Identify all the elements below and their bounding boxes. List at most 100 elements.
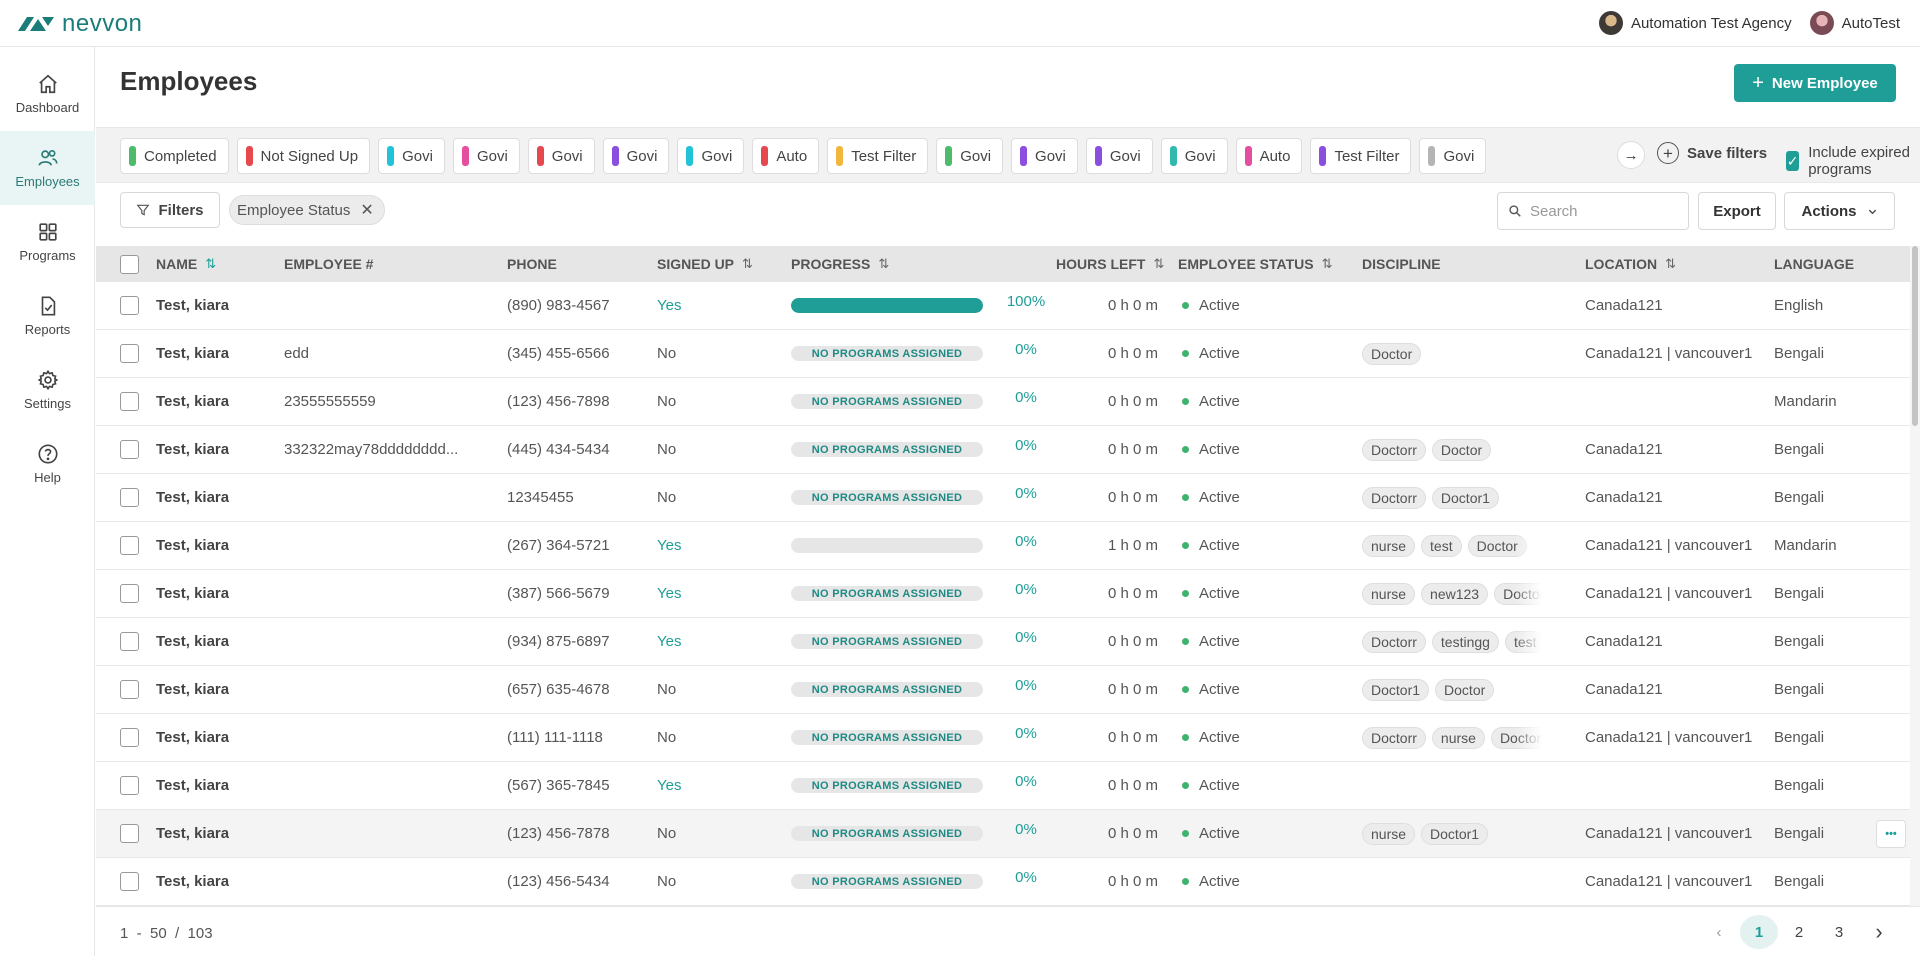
save-filters-button[interactable]: + Save filters xyxy=(1657,142,1767,164)
saved-filter-chip[interactable]: Govi xyxy=(602,138,670,174)
employee-name[interactable]: Test, kiara xyxy=(156,282,229,329)
table-row[interactable]: Test, kiara (934) 875-6897 Yes NO PROGRAMS … xyxy=(96,618,1910,666)
search-input[interactable] xyxy=(1530,202,1670,220)
include-expired-checkbox[interactable]: ✓ xyxy=(1786,151,1800,171)
employee-name[interactable]: Test, kiara xyxy=(156,618,229,665)
table-row[interactable]: Test, kiara 12345455 No NO PROGRAMS ASSIGNE… xyxy=(96,474,1910,522)
sidebar-item-reports[interactable]: Reports xyxy=(0,279,95,353)
saved-filter-chip[interactable]: Not Signed Up xyxy=(236,138,371,174)
page-3-button[interactable]: 3 xyxy=(1820,915,1858,949)
sort-icon[interactable]: ⇅ xyxy=(1665,256,1676,272)
column-header-employee-status[interactable]: EMPLOYEE STATUS ⇅ xyxy=(1178,246,1333,282)
scroll-right-arrow-icon[interactable]: → xyxy=(1617,141,1645,169)
employee-name[interactable]: Test, kiara xyxy=(156,714,229,761)
table-row[interactable]: Test, kiara edd (345) 455-6566 No NO PROGRAM… xyxy=(96,330,1910,378)
row-checkbox[interactable] xyxy=(120,440,139,459)
discipline-tag: Doctorr xyxy=(1362,438,1426,461)
employee-name[interactable]: Test, kiara xyxy=(156,570,229,617)
filters-button[interactable]: Filters xyxy=(120,192,220,228)
sort-icon[interactable]: ⇅ xyxy=(1153,256,1164,272)
page-2-button[interactable]: 2 xyxy=(1780,915,1818,949)
row-checkbox[interactable] xyxy=(120,488,139,507)
scrollbar-thumb[interactable] xyxy=(1912,246,1918,426)
table-row[interactable]: Test, kiara (890) 983-4567 Yes 100% 0 h 0 mA… xyxy=(96,282,1910,330)
employee-name[interactable]: Test, kiara xyxy=(156,762,229,809)
saved-filter-chip[interactable]: Govi xyxy=(936,138,1004,174)
row-checkbox[interactable] xyxy=(120,632,139,651)
logo[interactable]: nevvon xyxy=(16,10,142,38)
agency-selector[interactable]: Automation Test Agency xyxy=(1598,11,1792,35)
previous-page-chevron-icon[interactable]: ‹ xyxy=(1700,915,1738,949)
column-header-location[interactable]: LOCATION ⇅ xyxy=(1585,246,1676,282)
employee-name[interactable]: Test, kiara xyxy=(156,666,229,713)
select-all-checkbox[interactable] xyxy=(120,254,139,274)
saved-filter-chip[interactable]: Govi xyxy=(452,138,520,174)
sidebar-item-employees[interactable]: Employees xyxy=(0,131,95,205)
column-header-name[interactable]: NAME ⇅ xyxy=(156,246,216,282)
saved-filter-chip[interactable]: Auto xyxy=(1235,138,1303,174)
sidebar-item-settings[interactable]: Settings xyxy=(0,353,95,427)
saved-filter-chip[interactable]: Auto xyxy=(752,138,820,174)
saved-filter-chip[interactable]: Govi xyxy=(1085,138,1153,174)
row-checkbox[interactable] xyxy=(120,824,139,843)
sidebar-item-programs[interactable]: Programs xyxy=(0,205,95,279)
table-row[interactable]: Test, kiara 23555555559 (123) 456-7898 No NO… xyxy=(96,378,1910,426)
row-checkbox[interactable] xyxy=(120,728,139,747)
export-button[interactable]: Export xyxy=(1698,192,1776,230)
table-scrollbar[interactable] xyxy=(1910,246,1920,906)
discipline-cell: nurse test Doctor xyxy=(1362,522,1542,569)
actions-dropdown[interactable]: Actions xyxy=(1784,192,1895,230)
table-row[interactable]: Test, kiara (657) 635-4678 No NO PROGRAMS A… xyxy=(96,666,1910,714)
employee-name[interactable]: Test, kiara xyxy=(156,810,229,857)
row-checkbox[interactable] xyxy=(120,344,139,363)
row-checkbox[interactable] xyxy=(120,392,139,411)
sort-icon[interactable]: ⇅ xyxy=(205,256,216,272)
saved-filter-chip[interactable]: Govi xyxy=(1419,138,1487,174)
active-filter-pill[interactable]: Employee Status ✕ xyxy=(229,195,385,225)
column-header-signed-up[interactable]: SIGNED UP ⇅ xyxy=(657,246,753,282)
include-expired-toggle[interactable]: ✓ Include expired programs xyxy=(1786,144,1920,178)
column-header-progress[interactable]: PROGRESS ⇅ xyxy=(791,246,889,282)
close-icon[interactable]: ✕ xyxy=(360,200,373,220)
search-field[interactable] xyxy=(1497,192,1689,230)
employee-name[interactable]: Test, kiara xyxy=(156,330,229,377)
row-checkbox[interactable] xyxy=(120,680,139,699)
row-checkbox[interactable] xyxy=(120,776,139,795)
table-row[interactable]: Test, kiara (123) 456-5434 No NO PROGRAMS A… xyxy=(96,858,1910,906)
saved-filter-chip[interactable]: Completed xyxy=(120,138,229,174)
saved-filter-chip[interactable]: Govi xyxy=(527,138,595,174)
row-checkbox[interactable] xyxy=(120,584,139,603)
sort-icon[interactable]: ⇅ xyxy=(742,256,753,272)
table-row[interactable]: Test, kiara (387) 566-5679 Yes NO PROGRAMS … xyxy=(96,570,1910,618)
page-1-button[interactable]: 1 xyxy=(1740,915,1778,949)
sort-icon[interactable]: ⇅ xyxy=(1322,256,1333,272)
employee-name[interactable]: Test, kiara xyxy=(156,378,229,425)
employee-name[interactable]: Test, kiara xyxy=(156,474,229,521)
sidebar-item-dashboard[interactable]: Dashboard xyxy=(0,57,95,131)
row-checkbox[interactable] xyxy=(120,536,139,555)
row-checkbox[interactable] xyxy=(120,296,139,315)
table-row[interactable]: Test, kiara (567) 365-7845 Yes NO PROGRAMS … xyxy=(96,762,1910,810)
employee-name[interactable]: Test, kiara xyxy=(156,858,229,905)
saved-filter-chip[interactable]: Test Filter xyxy=(827,138,929,174)
saved-filter-chip[interactable]: Govi xyxy=(378,138,445,174)
table-row[interactable]: Test, kiara (111) 111-1118 No NO PROGRAMS A… xyxy=(96,714,1910,762)
employee-name[interactable]: Test, kiara xyxy=(156,426,229,473)
column-header-hours-left[interactable]: HOURS LEFT ⇅ xyxy=(1056,246,1164,282)
saved-filter-chip[interactable]: Test Filter xyxy=(1310,138,1412,174)
saved-filter-chip[interactable]: Govi xyxy=(1160,138,1228,174)
table-row[interactable]: Test, kiara 332322may78dddddddd... (445) 4… xyxy=(96,426,1910,474)
table-row[interactable]: Test, kiara (123) 456-7878 No NO PROGRAMS A… xyxy=(96,810,1910,858)
new-employee-button[interactable]: + New Employee xyxy=(1734,64,1896,102)
sort-icon[interactable]: ⇅ xyxy=(878,256,889,272)
more-options-icon[interactable]: ••• xyxy=(1876,819,1906,848)
sidebar-item-help[interactable]: Help xyxy=(0,427,95,501)
employee-name[interactable]: Test, kiara xyxy=(156,522,229,569)
user-menu[interactable]: AutoTest xyxy=(1809,11,1900,35)
row-checkbox[interactable] xyxy=(120,872,139,891)
saved-filter-chip[interactable]: Govi xyxy=(1011,138,1078,174)
next-page-chevron-icon[interactable]: › xyxy=(1860,915,1898,949)
saved-filter-chip[interactable]: Govi xyxy=(677,138,745,174)
discipline-cell: Doctorr Doctor xyxy=(1362,426,1542,473)
table-row[interactable]: Test, kiara (267) 364-5721 Yes 0% 1 h 0 m Act… xyxy=(96,522,1910,570)
